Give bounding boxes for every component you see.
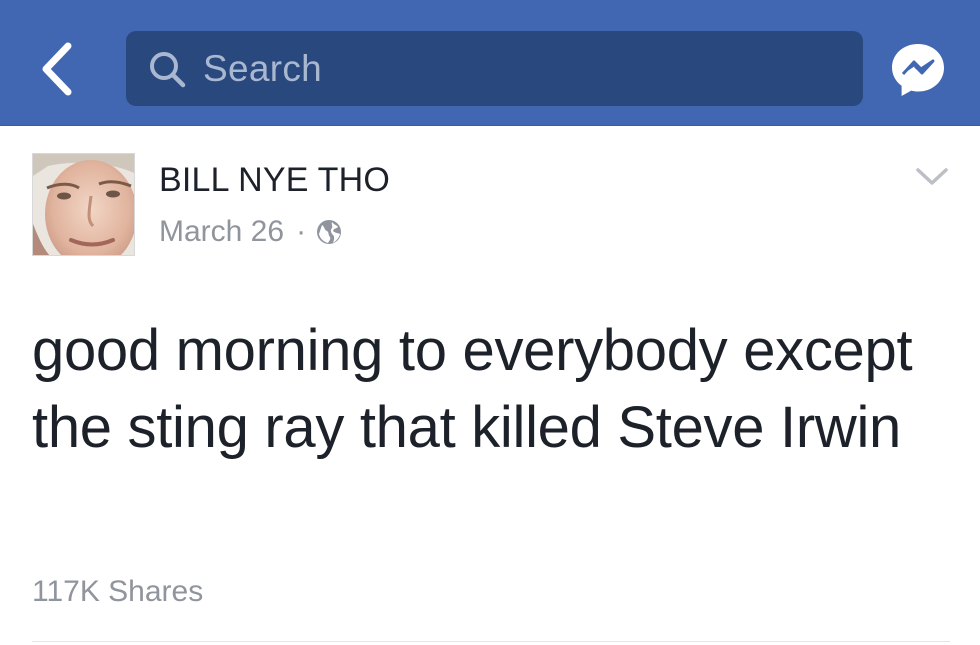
meta-separator: · <box>296 215 307 248</box>
profile-photo <box>33 154 134 255</box>
search-icon <box>150 52 186 88</box>
divider <box>32 641 950 642</box>
top-navigation-bar: Search <box>0 0 980 126</box>
messenger-icon <box>892 44 944 96</box>
post-date[interactable]: March 26 <box>159 212 284 252</box>
search-input[interactable]: Search <box>126 31 863 106</box>
post-card: BILL NYE THO March 26 · good morning to … <box>0 126 980 645</box>
back-button[interactable] <box>28 34 88 98</box>
chevron-left-icon <box>42 42 72 96</box>
shares-count[interactable]: 117K Shares <box>32 574 203 610</box>
chevron-down-icon <box>916 168 948 185</box>
avatar[interactable] <box>32 153 135 256</box>
post-text: good morning to everybody except the sti… <box>32 318 913 460</box>
search-placeholder: Search <box>203 48 323 89</box>
author-name[interactable]: BILL NYE THO <box>159 160 390 200</box>
messenger-button[interactable] <box>888 40 948 100</box>
globe-icon <box>317 220 342 244</box>
post-options-button[interactable] <box>912 162 952 192</box>
post-meta: March 26 · <box>159 212 342 252</box>
